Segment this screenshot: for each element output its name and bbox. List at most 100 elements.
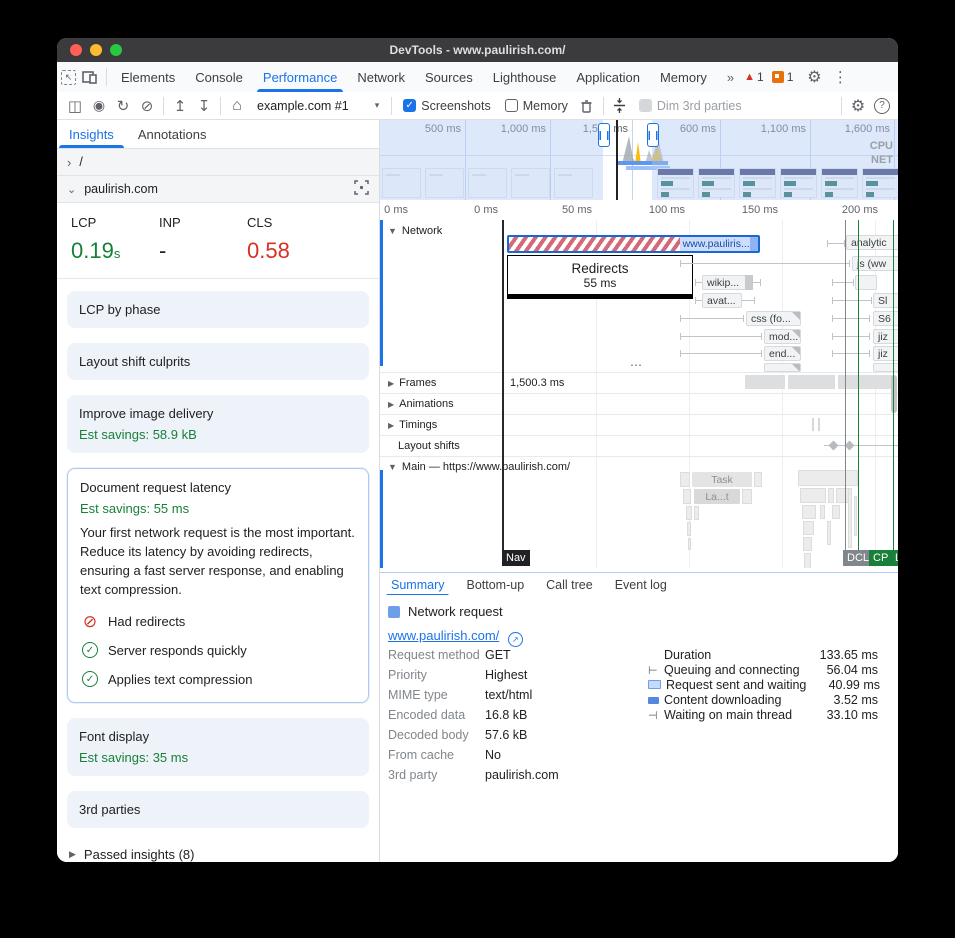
settings-gear-icon[interactable]: ⚙	[801, 63, 827, 91]
tab-event-log[interactable]: Event log	[604, 574, 678, 596]
layout-shift-marker[interactable]	[845, 441, 855, 451]
ruler-tick: 150 ms	[742, 204, 778, 216]
timeline-minimap[interactable]: 500 ms 1,000 ms 1,500 ms 600 ms 1,100 ms…	[380, 120, 898, 201]
more-options-icon[interactable]: ⋮	[827, 63, 853, 91]
tab-call-tree[interactable]: Call tree	[535, 574, 604, 596]
tab-lighthouse[interactable]: Lighthouse	[483, 63, 567, 92]
tab-network[interactable]: Network	[347, 63, 415, 92]
request-chip[interactable]: avat...	[702, 293, 742, 308]
request-chip-clipped[interactable]	[764, 363, 801, 372]
request-chip[interactable]: css (fo...	[746, 311, 801, 326]
issue-count[interactable]: 1	[787, 70, 794, 84]
tab-application[interactable]: Application	[566, 63, 650, 92]
request-chip[interactable]: end...	[764, 346, 801, 361]
timeline-tracks[interactable]: ▼ Network www.pauliris... Redirects 55 m…	[380, 220, 898, 568]
main-thread-track[interactable]: ▼ Main — https://www.paulirish.com/ Task…	[380, 456, 898, 568]
tab-summary[interactable]: Summary	[380, 574, 455, 596]
window-handle-right[interactable]: ❙❙	[647, 123, 659, 147]
reload-and-record-icon[interactable]: ↻	[111, 94, 135, 118]
request-url-link[interactable]: www.paulirish.com/	[388, 628, 499, 643]
insight-card-document-request-latency[interactable]: Document request latency Est savings: 55…	[67, 468, 369, 703]
resize-dots-icon[interactable]: ⋯	[630, 358, 643, 372]
insight-card-lcp-by-phase[interactable]: LCP by phase	[67, 291, 369, 328]
load-profile-icon[interactable]: ↥	[168, 94, 192, 118]
pass-icon: ✓	[82, 671, 98, 687]
layout-shifts-track[interactable]: Layout shifts	[380, 435, 898, 457]
window-handle-left[interactable]: ❙❙	[598, 123, 610, 147]
insight-card-3rd-parties[interactable]: 3rd parties	[67, 791, 369, 828]
panel-settings-gear-icon[interactable]: ⚙	[846, 94, 870, 118]
l-marker[interactable]: L	[891, 550, 898, 566]
legend-label: Network request	[408, 604, 503, 619]
request-chip[interactable]: jiz	[873, 346, 898, 361]
insight-card-layout-shift-culprits[interactable]: Layout shift culprits	[67, 343, 369, 380]
dim-3rd-parties-checkbox: Dim 3rd parties	[639, 99, 742, 113]
url-group-row[interactable]: › /	[57, 149, 379, 176]
layout-shift-marker[interactable]	[829, 441, 839, 451]
tab-memory[interactable]: Memory	[650, 63, 717, 92]
request-chip[interactable]: wikip...	[702, 275, 748, 290]
frames-track[interactable]: ▶ Frames 1,500.3 ms	[380, 372, 898, 394]
nav-marker[interactable]: Nav	[502, 550, 530, 566]
tab-bottom-up[interactable]: Bottom-up	[455, 574, 535, 596]
card-description: Your first network request is the most i…	[80, 524, 356, 599]
tab-performance[interactable]: Performance	[253, 63, 347, 92]
chevron-down-icon: ▾	[375, 100, 380, 111]
request-chip[interactable]: mod...	[764, 329, 801, 344]
maximize-window-icon[interactable]	[110, 44, 122, 56]
warning-icon[interactable]: ▲	[744, 71, 755, 83]
request-chip[interactable]: Sl	[873, 293, 898, 308]
window-title: DevTools - www.paulirish.com/	[389, 43, 565, 57]
issues-icon[interactable]	[772, 71, 784, 83]
request-chip[interactable]: jiz	[873, 329, 898, 344]
redirects-callout: Redirects 55 ms	[507, 255, 693, 299]
warning-count[interactable]: 1	[757, 70, 764, 84]
ruler-tick: 0 ms	[384, 204, 408, 216]
zoom-to-frame-icon[interactable]	[354, 180, 369, 198]
shortcut-dialog-icon[interactable]	[608, 94, 632, 118]
vertical-scrollbar[interactable]	[891, 375, 897, 413]
tab-console[interactable]: Console	[185, 63, 253, 92]
request-bar-main-document[interactable]: www.pauliris...	[507, 235, 760, 253]
screenshots-checkbox[interactable]: ✓ Screenshots	[403, 99, 490, 113]
device-toolbar-icon[interactable]	[76, 63, 102, 91]
save-profile-icon[interactable]: ↧	[192, 94, 216, 118]
memory-checkbox[interactable]: Memory	[505, 99, 568, 113]
tab-sources[interactable]: Sources	[415, 63, 483, 92]
site-group-row[interactable]: ⌄ paulirish.com	[57, 176, 379, 203]
insight-card-font-display[interactable]: Font display Est savings: 35 ms	[67, 718, 369, 776]
request-chip[interactable]: S6	[873, 311, 898, 326]
animations-track[interactable]: ▶ Animations	[380, 393, 898, 415]
passed-insights-row[interactable]: ▶ Passed insights (8)	[57, 843, 379, 862]
card-savings: Est savings: 58.9 kB	[79, 427, 357, 442]
reveal-request-icon[interactable]: ↗	[508, 632, 523, 647]
minimize-window-icon[interactable]	[90, 44, 102, 56]
check-item: ✓ Applies text compression	[82, 671, 354, 687]
collect-garbage-icon[interactable]	[575, 94, 599, 118]
check-item: ✓ Server responds quickly	[82, 642, 354, 658]
tab-insights[interactable]: Insights	[57, 121, 126, 148]
field-label: From cache	[388, 748, 485, 762]
tab-elements[interactable]: Elements	[111, 63, 185, 92]
lcp-marker[interactable]: CP	[869, 550, 892, 566]
network-track[interactable]: ▼ Network www.pauliris... Redirects 55 m…	[380, 220, 898, 373]
home-icon[interactable]: ⌂	[225, 94, 249, 118]
help-icon[interactable]: ?	[870, 94, 894, 118]
performance-toolbar: ◫ ◉ ↻ ⊘ ↥ ↧ ⌂ example.com #1 ▾ ✓ Screens…	[57, 92, 898, 120]
timings-track[interactable]: ▶ Timings	[380, 414, 898, 436]
insight-card-improve-image-delivery[interactable]: Improve image delivery Est savings: 58.9…	[67, 395, 369, 453]
request-chip[interactable]: analytic	[846, 235, 898, 250]
task-chip[interactable]: Task	[692, 472, 752, 487]
net-strip-label: NET	[871, 154, 893, 166]
close-window-icon[interactable]	[70, 44, 82, 56]
tab-annotations[interactable]: Annotations	[126, 121, 219, 148]
layout-chip[interactable]: La...t	[694, 489, 740, 504]
timing-value: 40.99 ms	[818, 678, 880, 692]
more-tabs-icon[interactable]: »	[717, 63, 744, 92]
clear-icon[interactable]: ⊘	[135, 94, 159, 118]
inspect-element-icon[interactable]: ↖	[61, 70, 76, 85]
toggle-sidebar-icon[interactable]: ◫	[63, 94, 87, 118]
record-icon[interactable]: ◉	[87, 94, 111, 118]
request-chip-clipped[interactable]	[873, 363, 898, 372]
history-select[interactable]: example.com #1 ▾	[249, 97, 387, 115]
